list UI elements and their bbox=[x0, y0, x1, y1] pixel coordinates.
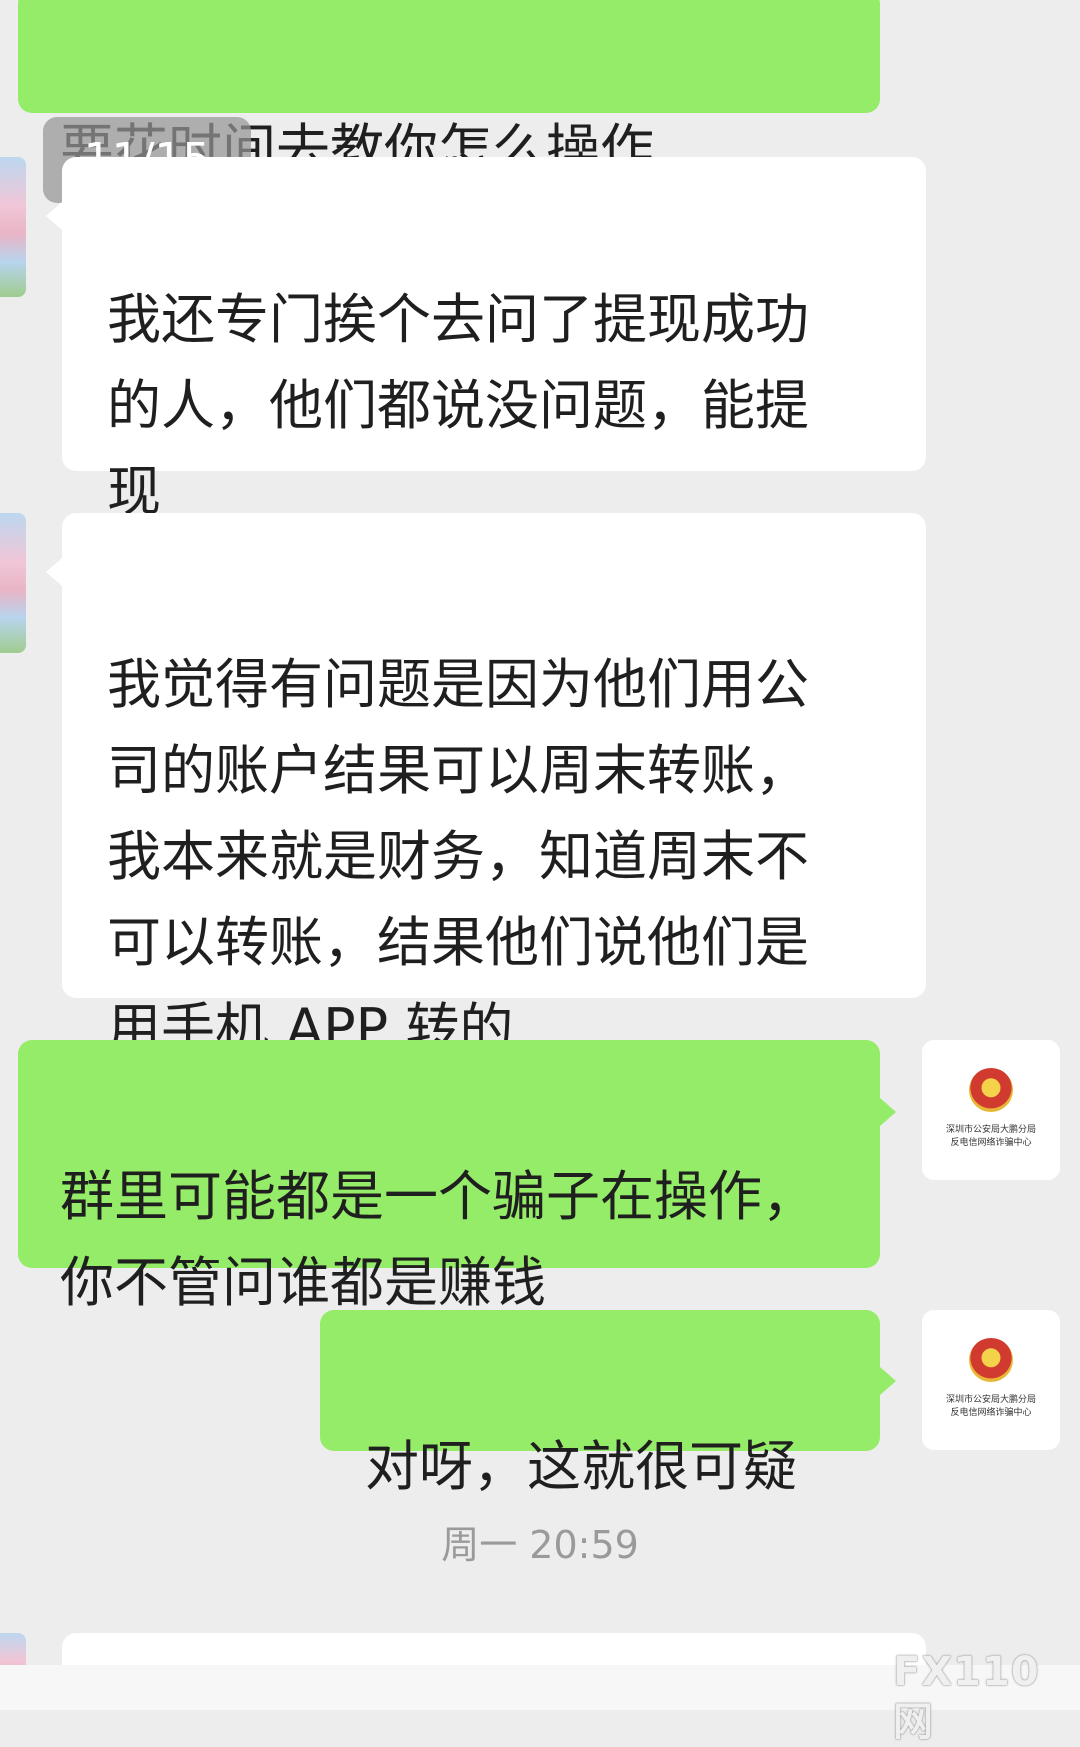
avatar-org-text: 深圳市公安局大鹏分局 反电信网络诈骗中心 bbox=[945, 1395, 1036, 1418]
message-text: 我觉得有问题是因为他们用公 司的账户结果可以周末转账， 我本来就是财务，知道周末… bbox=[107, 653, 809, 1060]
message-bubble-sent[interactable]: 群里可能都是一个骗子在操作， 你不管问谁都是赚钱 bbox=[18, 1040, 880, 1314]
police-emblem-icon bbox=[969, 1068, 1013, 1112]
contact-avatar[interactable] bbox=[0, 513, 26, 653]
message-bubble-received[interactable]: 我觉得有问题是因为他们用公 司的账户结果可以周末转账， 我本来就是财务，知道周末… bbox=[62, 513, 926, 1060]
my-avatar[interactable]: 深圳市公安局大鹏分局 反电信网络诈骗中心 bbox=[922, 1310, 1060, 1450]
watermark-logo: FX110网 bbox=[893, 1649, 1040, 1745]
message-text: 对呀，这就很可疑 bbox=[365, 1435, 797, 1498]
message-text: 群里可能都是一个骗子在操作， 你不管问谁都是赚钱 bbox=[60, 1165, 816, 1314]
bubble-tail bbox=[46, 202, 62, 230]
message-text: 我还专门挨个去问了提现成功 的人，他们都说没问题，能提 现 bbox=[107, 288, 809, 523]
bubble-tail bbox=[46, 558, 62, 586]
avatar-org-text: 深圳市公安局大鹏分局 反电信网络诈骗中心 bbox=[945, 1125, 1036, 1148]
bubble-tail bbox=[880, 1098, 896, 1126]
police-emblem-icon bbox=[969, 1338, 1013, 1382]
message-bubble-sent[interactable]: 要花时间去教你怎么操作 bbox=[18, 0, 880, 181]
message-bubble-sent[interactable]: 对呀，这就很可疑 bbox=[320, 1310, 880, 1498]
my-avatar[interactable]: 深圳市公安局大鹏分局 反电信网络诈骗中心 bbox=[922, 1040, 1060, 1180]
message-timestamp: 周一 20:59 bbox=[441, 1523, 639, 1567]
message-bubble-received[interactable]: 我还专门挨个去问了提现成功 的人，他们都说没问题，能提 现 bbox=[62, 157, 926, 523]
contact-avatar[interactable] bbox=[0, 157, 26, 297]
bubble-tail bbox=[880, 1367, 896, 1395]
